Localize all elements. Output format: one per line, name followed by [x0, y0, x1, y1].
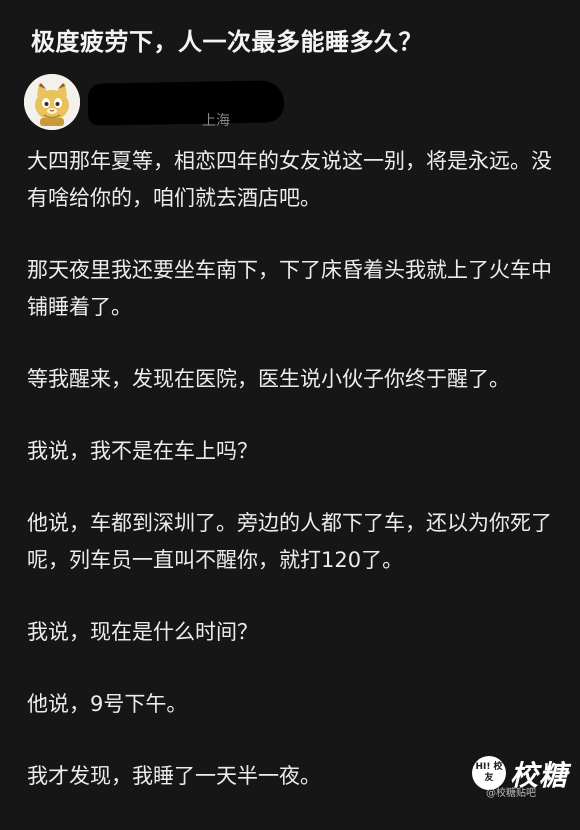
- answer-paragraph: 我说，现在是什么时间？: [27, 620, 258, 644]
- author-location: 上海: [202, 113, 230, 129]
- author-row[interactable]: 上海: [24, 74, 304, 134]
- watermark: HI! 校友 校糖 @校糖贴吧: [472, 754, 578, 799]
- redacted-username: [87, 80, 285, 126]
- answer-paragraph: 大四那年夏等，相恋四年的女友说这一别，将是永远。没有啥给你的，咱们就去酒店吧。: [27, 149, 552, 210]
- answer-paragraph: 那天夜里我还要坐车南下，下了床昏着头我就上了火车中铺睡着了。: [27, 258, 552, 319]
- answer-paragraph: 我说，我不是在车上吗？: [27, 439, 258, 463]
- cartoon-cat-avatar-icon[interactable]: [24, 74, 80, 130]
- watermark-sub: @校糖贴吧: [486, 788, 536, 799]
- answer-paragraph: 他说，9号下午。: [27, 692, 188, 716]
- answer-paragraph: 等我醒来，发现在医院，医生说小伙子你终于醒了。: [27, 367, 510, 391]
- question-title: 极度疲劳下，人一次最多能睡多久？: [31, 28, 423, 56]
- answer-paragraph: 他说，车都到深圳了。旁边的人都下了车，还以为你死了呢，列车员一直叫不醒你，就打1…: [27, 511, 552, 572]
- answer-body: 大四那年夏等，相恋四年的女友说这一别，将是永远。没有啥给你的，咱们就去酒店吧。 …: [27, 143, 557, 830]
